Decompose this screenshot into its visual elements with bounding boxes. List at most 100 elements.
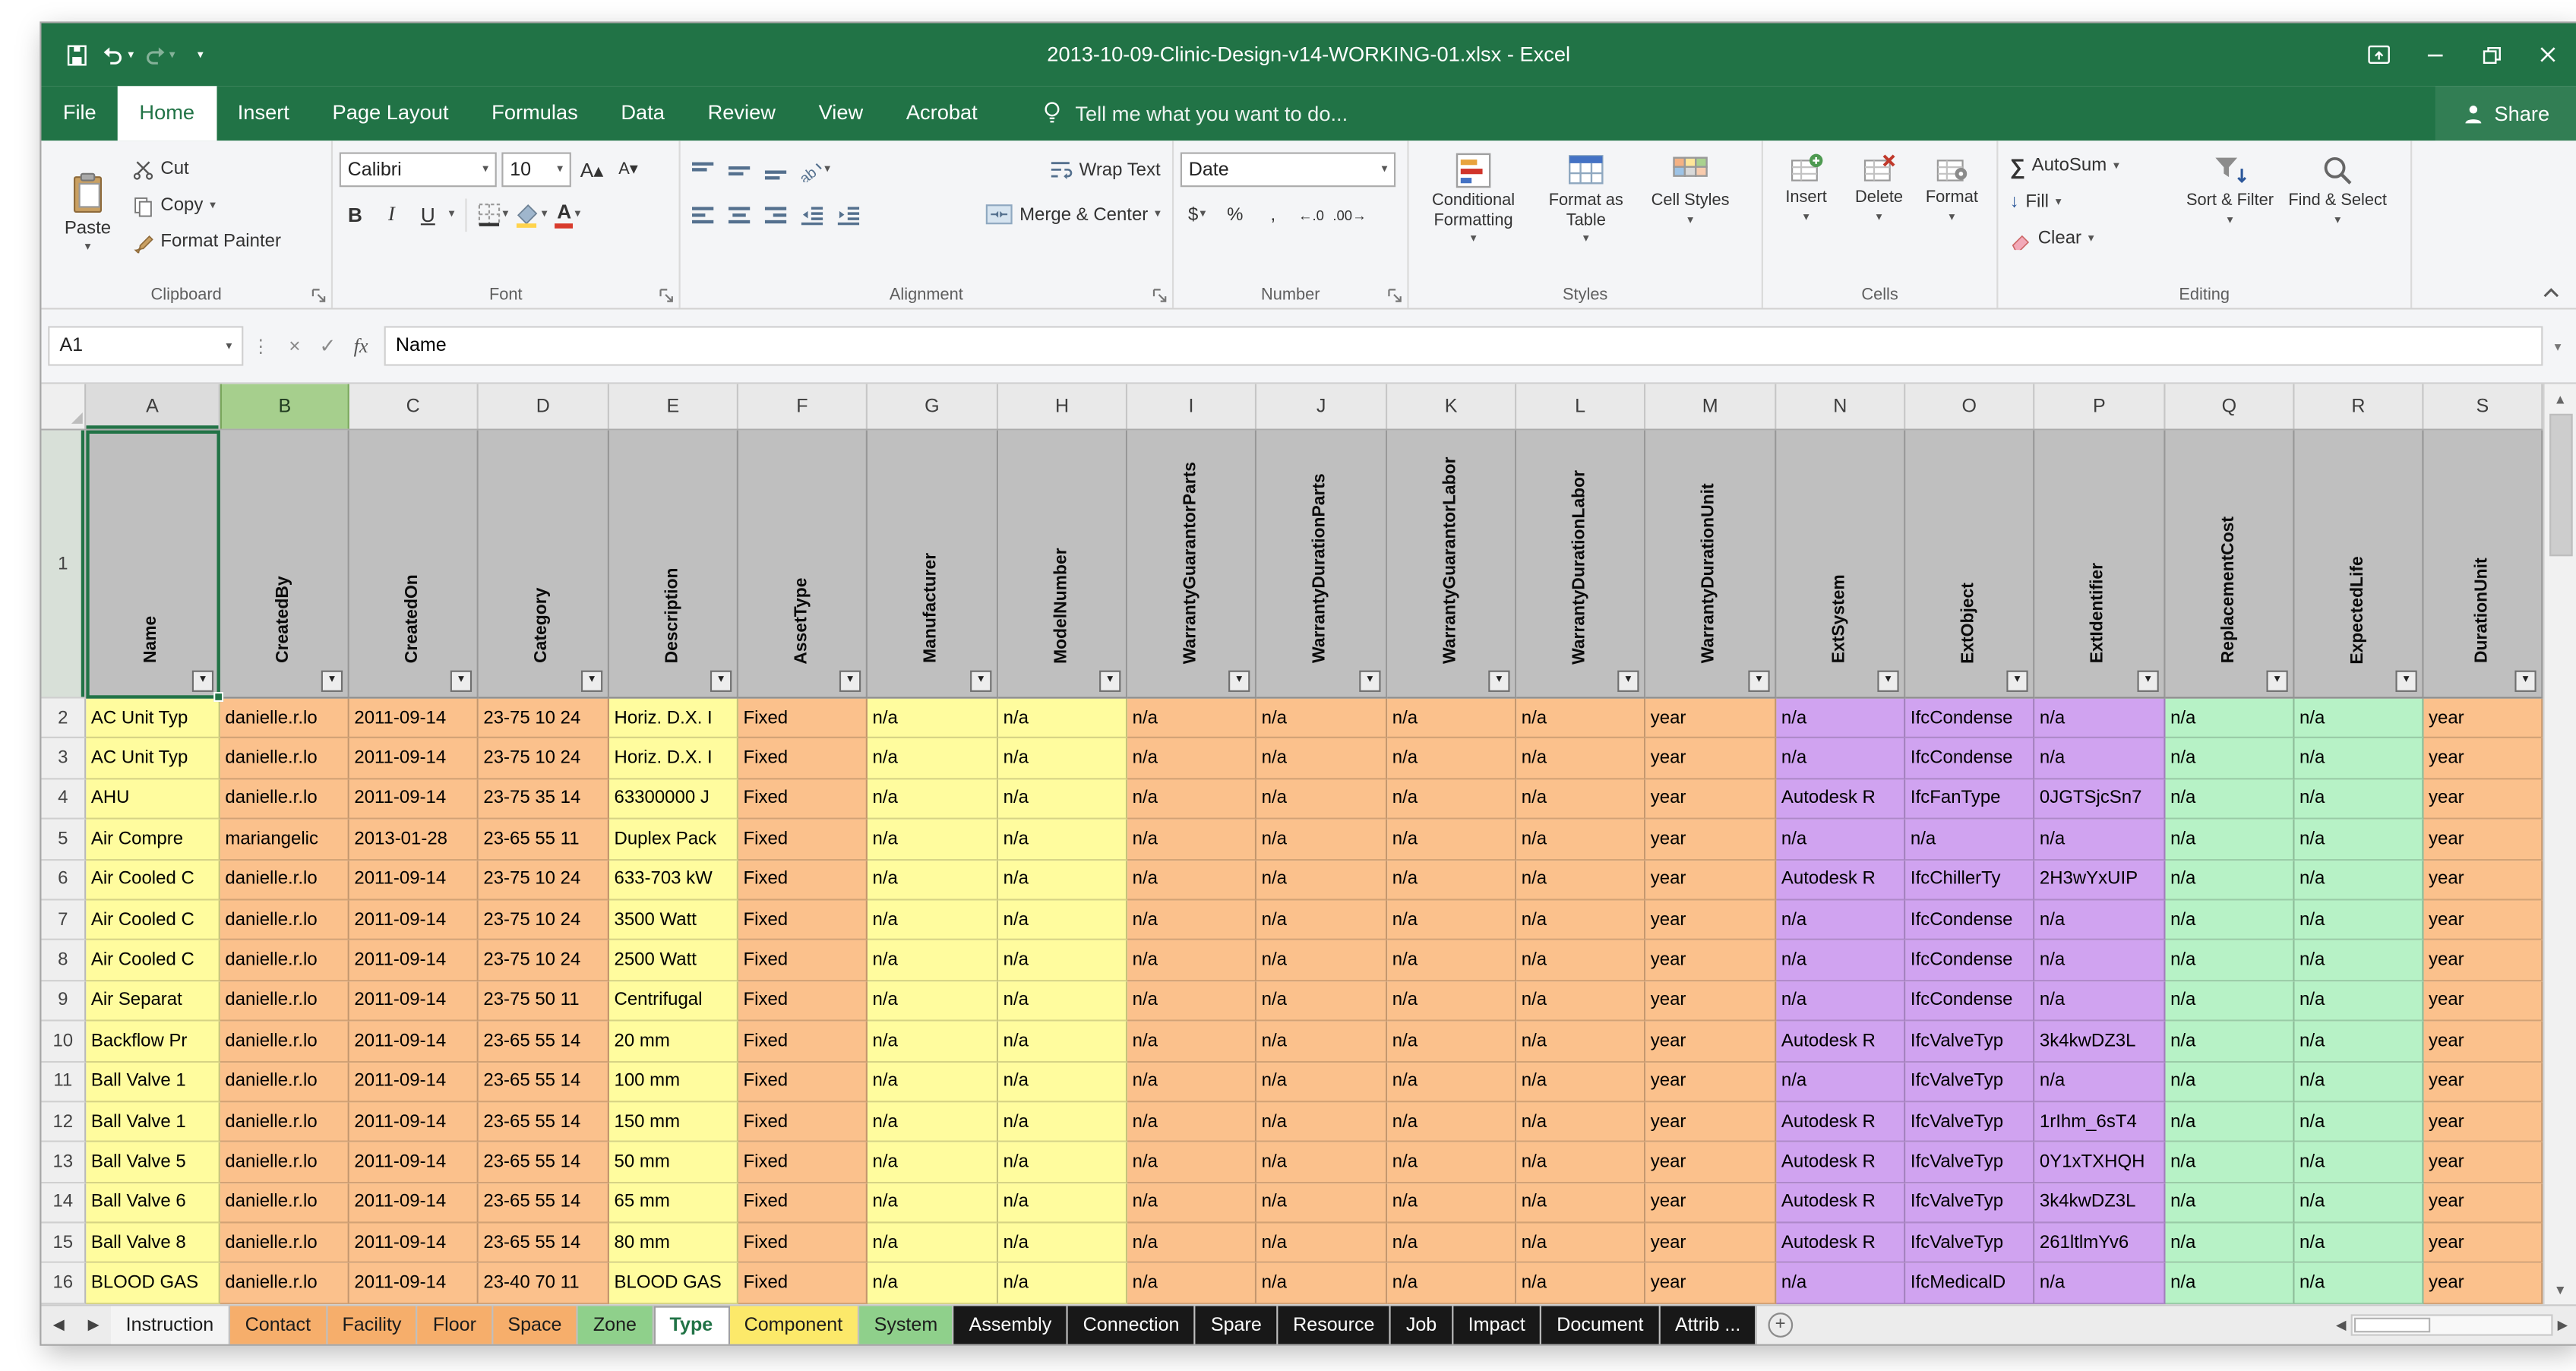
conditional-formatting-dropdown-icon[interactable]: ▾ — [1471, 233, 1477, 245]
cell-I2[interactable]: n/a — [1127, 698, 1257, 739]
header-cell-extsystem[interactable]: ExtSystem ▾ — [1776, 430, 1906, 699]
cell-C14[interactable]: 2011-09-14 — [349, 1183, 479, 1224]
cell-B10[interactable]: danielle.r.lo — [220, 1021, 349, 1063]
column-header-N[interactable]: N — [1776, 384, 1906, 429]
cell-H16[interactable]: n/a — [998, 1263, 1128, 1304]
find-select-dropdown-icon[interactable]: ▾ — [2334, 214, 2341, 226]
cell-N7[interactable]: n/a — [1776, 900, 1906, 941]
cell-C15[interactable]: 2011-09-14 — [349, 1223, 479, 1264]
cell-Q8[interactable]: n/a — [2165, 940, 2295, 981]
cell-K8[interactable]: n/a — [1387, 940, 1517, 981]
cell-I12[interactable]: n/a — [1127, 1102, 1257, 1143]
cell-P15[interactable]: 261ltlmYv6 — [2034, 1223, 2166, 1264]
align-left-button[interactable] — [687, 197, 718, 232]
cell-M6[interactable]: year — [1645, 860, 1777, 901]
cell-P12[interactable]: 1rIhm_6sT4 — [2034, 1102, 2166, 1143]
cell-F7[interactable]: Fixed — [738, 900, 868, 941]
copy-dropdown-icon[interactable]: ▾ — [210, 200, 216, 211]
cell-D14[interactable]: 23-65 55 14 — [478, 1183, 609, 1224]
cell-L9[interactable]: n/a — [1516, 981, 1646, 1022]
cell-D5[interactable]: 23-65 55 11 — [478, 820, 609, 861]
fill-color-dropdown-icon[interactable]: ▾ — [542, 209, 548, 220]
cell-R8[interactable]: n/a — [2294, 940, 2424, 981]
cell-H2[interactable]: n/a — [998, 698, 1128, 739]
cell-J11[interactable]: n/a — [1256, 1062, 1388, 1103]
cell-D15[interactable]: 23-65 55 14 — [478, 1223, 609, 1264]
cell-J13[interactable]: n/a — [1256, 1142, 1388, 1183]
cell-B9[interactable]: danielle.r.lo — [220, 981, 349, 1022]
cell-E13[interactable]: 50 mm — [608, 1142, 738, 1183]
cell-H3[interactable]: n/a — [998, 738, 1128, 779]
ribbon-tab-view[interactable]: View — [797, 86, 884, 141]
column-header-R[interactable]: R — [2294, 384, 2424, 429]
cell-R5[interactable]: n/a — [2294, 820, 2424, 861]
grow-font-button[interactable]: A▴ — [576, 152, 607, 187]
font-color-button[interactable]: A ▾ — [552, 197, 583, 232]
cell-D10[interactable]: 23-65 55 14 — [478, 1021, 609, 1063]
cell-G8[interactable]: n/a — [867, 940, 999, 981]
cell-D8[interactable]: 23-75 10 24 — [478, 940, 609, 981]
sort-filter-dropdown-icon[interactable]: ▾ — [2227, 214, 2233, 226]
cell-J4[interactable]: n/a — [1256, 779, 1388, 820]
cell-P8[interactable]: n/a — [2034, 940, 2166, 981]
cell-J3[interactable]: n/a — [1256, 738, 1388, 779]
sheet-tab-component[interactable]: Component — [729, 1306, 860, 1344]
cell-B6[interactable]: danielle.r.lo — [220, 860, 349, 901]
cell-Q7[interactable]: n/a — [2165, 900, 2295, 941]
cell-H4[interactable]: n/a — [998, 779, 1128, 820]
sort-filter-button[interactable]: Sort & Filter ▾ — [2177, 147, 2283, 231]
cell-D16[interactable]: 23-40 70 11 — [478, 1263, 609, 1304]
column-header-J[interactable]: J — [1256, 384, 1388, 429]
filter-icon-durationunit[interactable]: ▾ — [2514, 670, 2536, 692]
sheet-tab-assembly[interactable]: Assembly — [953, 1306, 1069, 1344]
cell-N2[interactable]: n/a — [1776, 698, 1906, 739]
cell-O10[interactable]: IfcValveTyp — [1905, 1021, 2035, 1063]
column-header-E[interactable]: E — [608, 384, 738, 429]
cell-B3[interactable]: danielle.r.lo — [220, 738, 349, 779]
column-header-M[interactable]: M — [1645, 384, 1777, 429]
cell-E5[interactable]: Duplex Pack — [608, 820, 738, 861]
cell-R2[interactable]: n/a — [2294, 698, 2424, 739]
cell-B13[interactable]: danielle.r.lo — [220, 1142, 349, 1183]
cell-C2[interactable]: 2011-09-14 — [349, 698, 479, 739]
cell-H11[interactable]: n/a — [998, 1062, 1128, 1103]
cell-I16[interactable]: n/a — [1127, 1263, 1257, 1304]
cell-I14[interactable]: n/a — [1127, 1183, 1257, 1224]
cell-I4[interactable]: n/a — [1127, 779, 1257, 820]
ribbon-tab-data[interactable]: Data — [599, 86, 686, 141]
cell-E11[interactable]: 100 mm — [608, 1062, 738, 1103]
cell-D12[interactable]: 23-65 55 14 — [478, 1102, 609, 1143]
insert-function-icon[interactable]: fx — [344, 333, 378, 359]
cell-E15[interactable]: 80 mm — [608, 1223, 738, 1264]
cell-G2[interactable]: n/a — [867, 698, 999, 739]
sheet-tab-contact[interactable]: Contact — [230, 1306, 327, 1344]
cell-C5[interactable]: 2013-01-28 — [349, 820, 479, 861]
paste-button[interactable]: Paste ▾ — [48, 147, 128, 276]
cell-R16[interactable]: n/a — [2294, 1263, 2424, 1304]
column-header-A[interactable]: A — [86, 384, 220, 429]
cell-B15[interactable]: danielle.r.lo — [220, 1223, 349, 1264]
cell-B11[interactable]: danielle.r.lo — [220, 1062, 349, 1103]
font-dialog-launcher[interactable] — [657, 286, 675, 305]
fill-color-button[interactable]: ▾ — [514, 197, 548, 232]
cell-J12[interactable]: n/a — [1256, 1102, 1388, 1143]
cell-P11[interactable]: n/a — [2034, 1062, 2166, 1103]
cell-J7[interactable]: n/a — [1256, 900, 1388, 941]
cell-H12[interactable]: n/a — [998, 1102, 1128, 1143]
horizontal-scrollbar-thumb[interactable] — [2354, 1317, 2431, 1333]
cell-K14[interactable]: n/a — [1387, 1183, 1517, 1224]
filter-icon-warrantyguarantorparts[interactable]: ▾ — [1228, 670, 1250, 692]
cell-S5[interactable]: year — [2423, 820, 2543, 861]
cell-M11[interactable]: year — [1645, 1062, 1777, 1103]
cell-B8[interactable]: danielle.r.lo — [220, 940, 349, 981]
row-header-10[interactable]: 10 — [41, 1021, 87, 1063]
cell-P9[interactable]: n/a — [2034, 981, 2166, 1022]
cell-A8[interactable]: Air Cooled C — [86, 940, 220, 981]
insert-cells-dropdown-icon[interactable]: ▾ — [1803, 211, 1810, 223]
cell-R3[interactable]: n/a — [2294, 738, 2424, 779]
cell-E3[interactable]: Horiz. D.X. I — [608, 738, 738, 779]
cell-N4[interactable]: Autodesk R — [1776, 779, 1906, 820]
cell-B5[interactable]: mariangelic — [220, 820, 349, 861]
underline-dropdown-icon[interactable]: ▾ — [449, 209, 455, 220]
cell-R13[interactable]: n/a — [2294, 1142, 2424, 1183]
